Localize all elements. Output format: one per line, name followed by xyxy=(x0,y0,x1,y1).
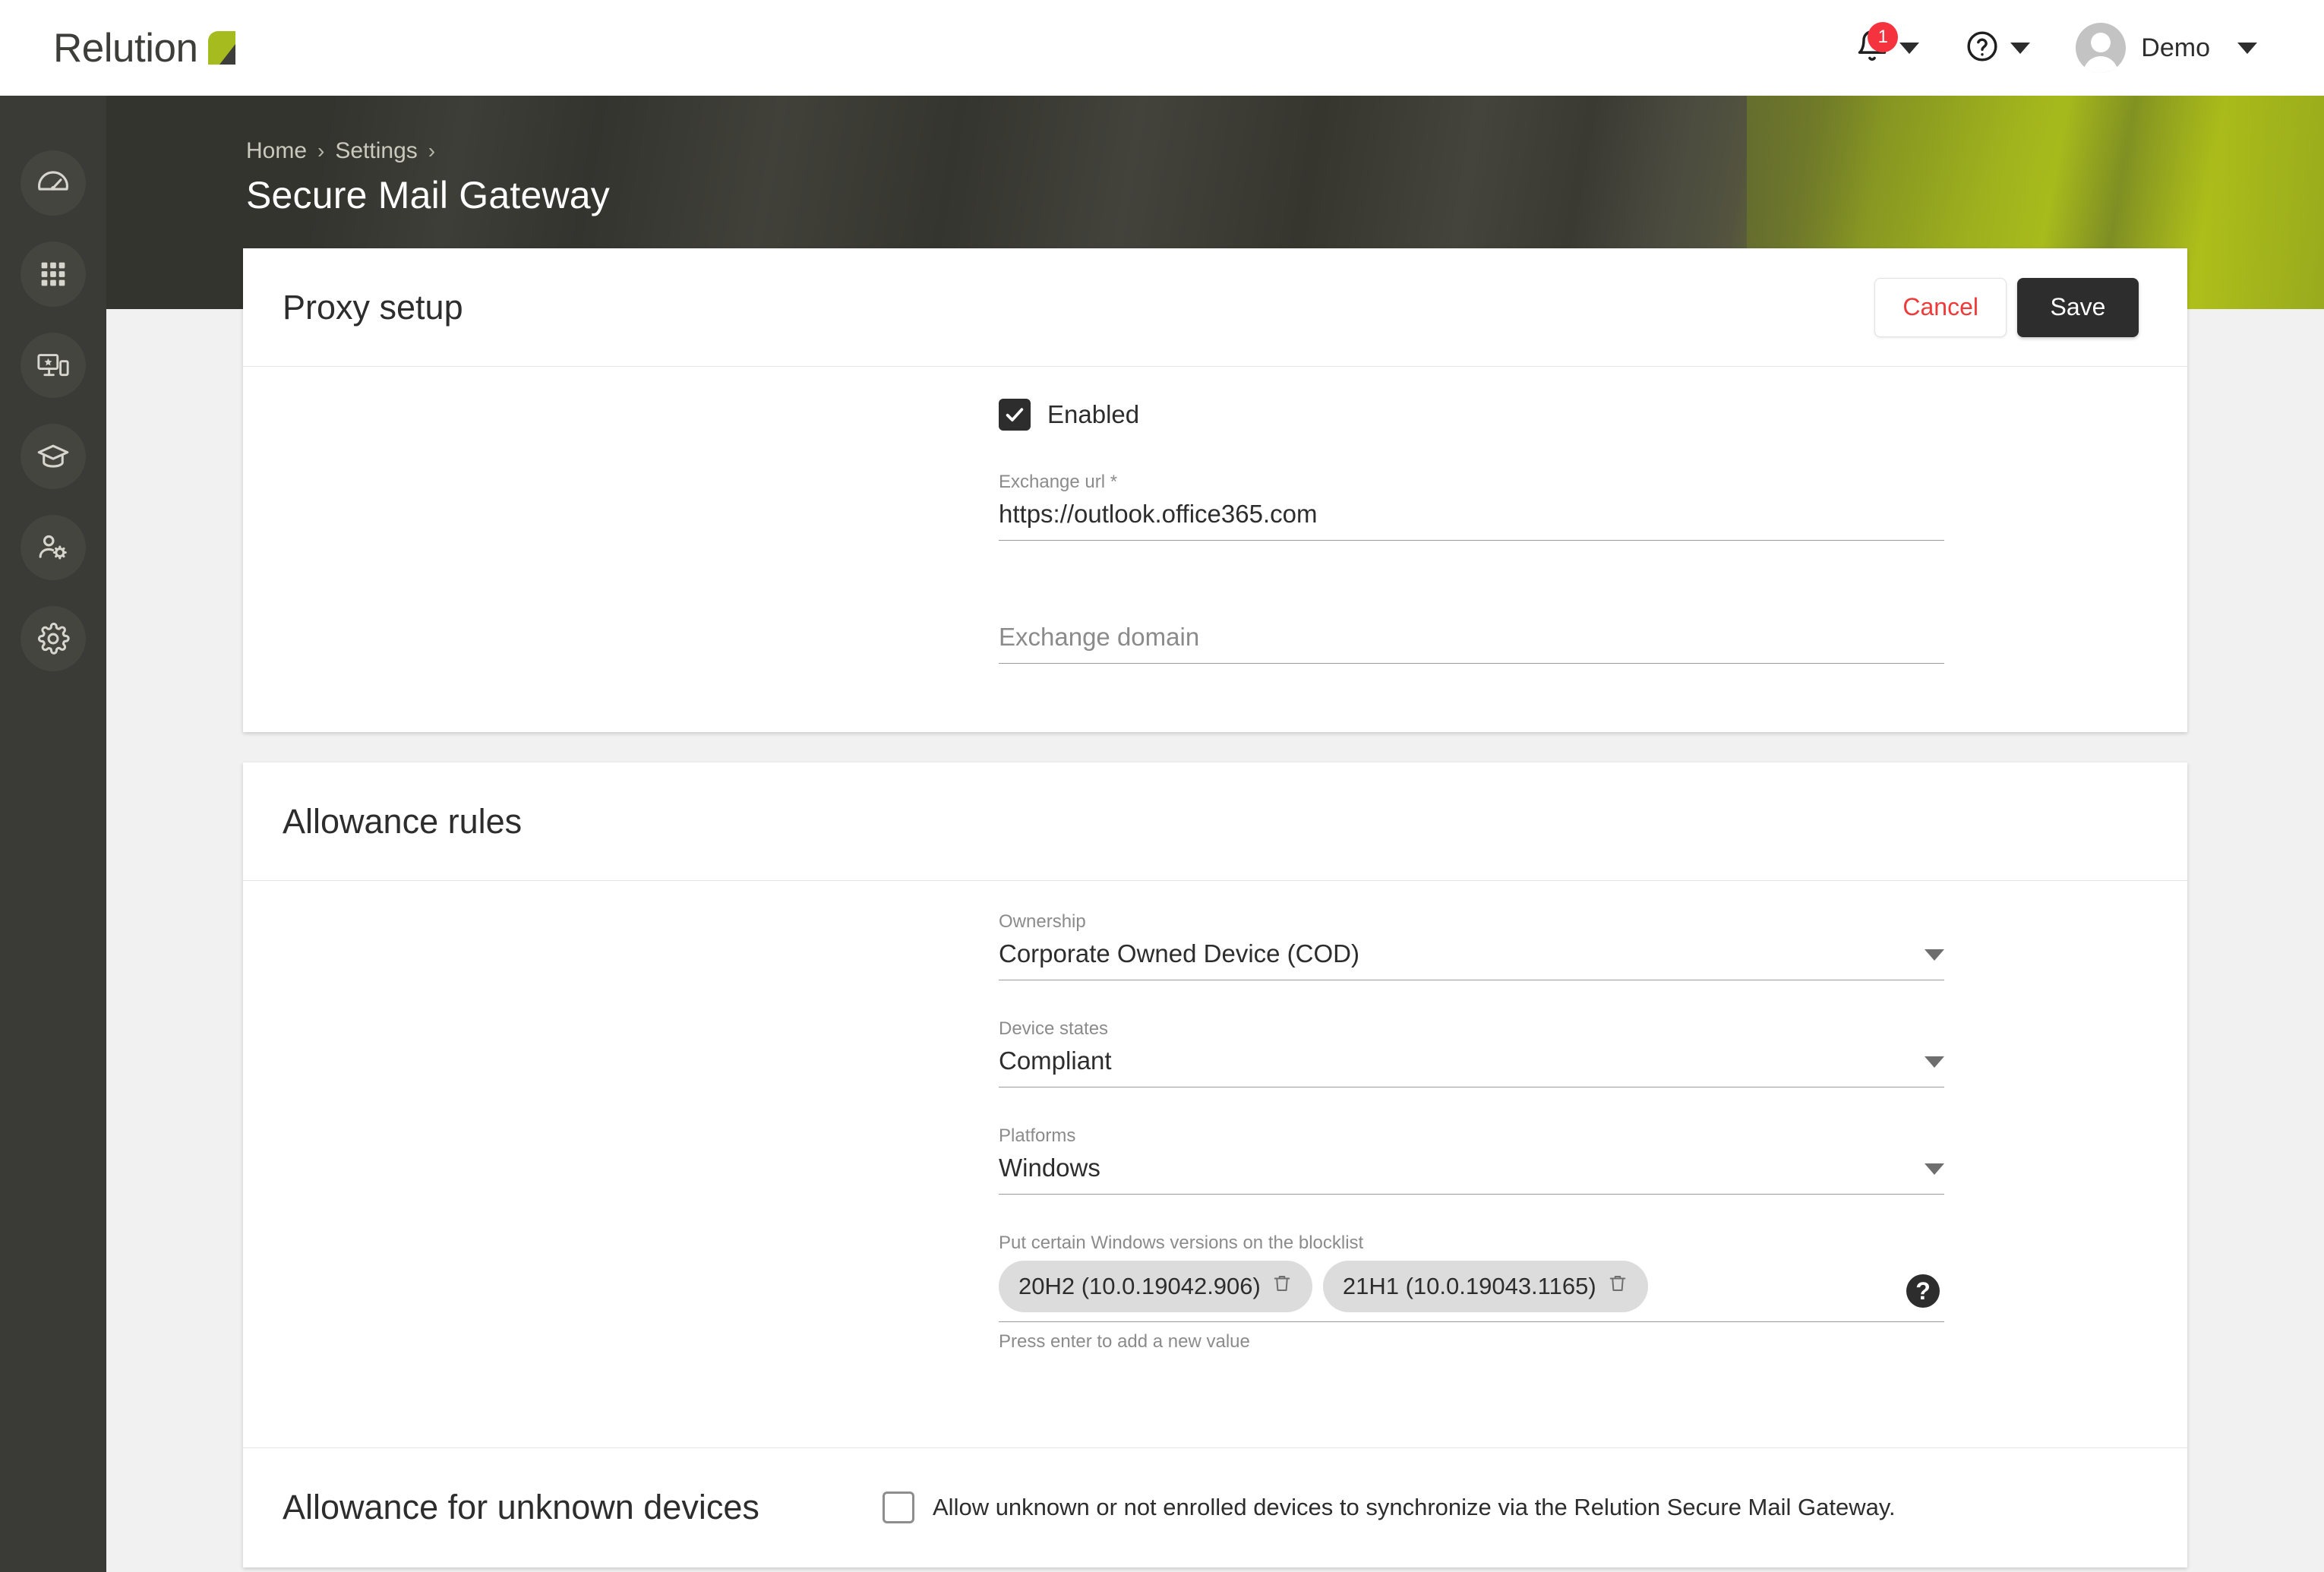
help-circle-icon[interactable] xyxy=(1965,29,2000,68)
allowance-rules-title: Allowance rules xyxy=(283,801,523,841)
platforms-label: Platforms xyxy=(999,1125,1076,1146)
exchange-domain-input[interactable]: Exchange domain xyxy=(999,623,1944,664)
chevron-down-icon[interactable] xyxy=(2010,42,2031,54)
ownership-value: Corporate Owned Device (COD) xyxy=(999,939,1359,968)
allowance-rules-header: Allowance rules xyxy=(243,762,2187,880)
avatar xyxy=(2076,23,2127,73)
help-filled-icon[interactable]: ? xyxy=(1906,1274,1940,1308)
ownership-field[interactable]: Ownership Corporate Owned Device (COD) xyxy=(999,911,1944,980)
trash-icon[interactable] xyxy=(1607,1273,1628,1300)
exchange-domain-field[interactable]: Exchange domain xyxy=(999,623,1944,664)
cancel-button[interactable]: Cancel xyxy=(1874,277,2007,337)
page-title: Secure Mail Gateway xyxy=(246,174,610,216)
caret-down-icon[interactable] xyxy=(1925,949,1944,961)
chevron-down-icon[interactable] xyxy=(1899,42,1920,54)
caret-down-icon[interactable] xyxy=(1925,1163,1944,1175)
user-name: Demo xyxy=(2141,33,2210,62)
sidebar-item-dashboard[interactable] xyxy=(21,150,86,216)
caret-down-icon[interactable] xyxy=(1925,1056,1944,1068)
allowance-unknown-row: Allowance for unknown devices Allow unkn… xyxy=(243,1448,2187,1567)
notification-badge: 1 xyxy=(1868,22,1899,52)
proxy-setup-body: Enabled Exchange url * https://outlook.o… xyxy=(243,367,2187,732)
sidebar-item-devices[interactable] xyxy=(21,333,86,398)
platforms-field[interactable]: Platforms Windows xyxy=(999,1125,1944,1195)
breadcrumb-item-home[interactable]: Home xyxy=(246,138,307,164)
blocklist-label: Put certain Windows versions on the bloc… xyxy=(999,1233,1364,1253)
device-states-label: Device states xyxy=(999,1018,1109,1039)
blocklist-chip[interactable]: 20H2 (10.0.19042.906) xyxy=(999,1261,1312,1312)
top-bar-actions: 1 Demo xyxy=(1833,22,2280,73)
help-menu[interactable] xyxy=(1942,29,2053,68)
checkmark-icon xyxy=(1006,408,1024,421)
blocklist-field[interactable]: Put certain Windows versions on the bloc… xyxy=(999,1233,1944,1353)
proxy-setup-form: Enabled Exchange url * https://outlook.o… xyxy=(999,399,1944,664)
exchange-url-label: Exchange url * xyxy=(999,472,1118,492)
top-bar: Relution 1 Demo xyxy=(0,0,2324,96)
sidebar-item-settings[interactable] xyxy=(21,606,86,671)
blocklist-hint: Press enter to add a new value xyxy=(999,1331,1250,1352)
allowance-rules-card: Allowance rules Ownership Corporate Owne… xyxy=(243,762,2187,1567)
banner-text: Home › Settings › Secure Mail Gateway xyxy=(106,96,2324,217)
platforms-select[interactable]: Windows xyxy=(999,1154,1944,1195)
sidebar-item-apps[interactable] xyxy=(21,241,86,307)
brand-name: Relution xyxy=(53,25,198,71)
grid-apps-icon xyxy=(36,257,71,292)
device-states-field[interactable]: Device states Compliant xyxy=(999,1018,1944,1087)
speedometer-icon xyxy=(36,166,71,200)
relution-logo-mark-icon xyxy=(208,31,236,65)
blocklist-chip-label: 21H1 (10.0.19043.1165) xyxy=(1342,1273,1596,1299)
enabled-label: Enabled xyxy=(1047,400,1140,428)
exchange-url-input[interactable]: https://outlook.office365.com xyxy=(999,500,1944,541)
main-content: Proxy setup Cancel Save Enabled Exchange… xyxy=(106,248,2324,1572)
sidebar xyxy=(0,96,106,1572)
breadcrumb-separator-icon: › xyxy=(428,139,436,163)
device-states-select[interactable]: Compliant xyxy=(999,1046,1944,1087)
breadcrumb-separator-icon: › xyxy=(317,139,325,163)
save-button[interactable]: Save xyxy=(2017,277,2139,337)
allowance-unknown-title: Allowance for unknown devices xyxy=(283,1488,759,1526)
gear-icon xyxy=(36,621,71,656)
breadcrumb-item-settings[interactable]: Settings xyxy=(335,138,417,164)
allow-unknown-devices-label: Allow unknown or not enrolled devices to… xyxy=(933,1494,1896,1520)
graduation-cap-icon xyxy=(36,439,71,474)
platforms-value: Windows xyxy=(999,1154,1100,1182)
brand-logo[interactable]: Relution xyxy=(53,25,236,71)
blocklist-chip[interactable]: 21H1 (10.0.19043.1165) xyxy=(1322,1261,1648,1312)
sidebar-item-education[interactable] xyxy=(21,424,86,489)
enabled-checkbox[interactable] xyxy=(999,399,1031,431)
proxy-setup-card: Proxy setup Cancel Save Enabled Exchange… xyxy=(243,248,2187,732)
ownership-select[interactable]: Corporate Owned Device (COD) xyxy=(999,939,1944,980)
blocklist-chip-label: 20H2 (10.0.19042.906) xyxy=(1018,1273,1261,1299)
device-states-value: Compliant xyxy=(999,1046,1112,1075)
proxy-setup-header: Proxy setup Cancel Save xyxy=(243,248,2187,366)
proxy-setup-actions: Cancel Save xyxy=(1874,277,2139,337)
user-menu[interactable]: Demo xyxy=(2053,23,2280,73)
notifications-menu[interactable]: 1 xyxy=(1833,22,1942,68)
allowance-rules-body: Ownership Corporate Owned Device (COD) D… xyxy=(243,881,2187,1447)
allowance-unknown-checkbox-row[interactable]: Allow unknown or not enrolled devices to… xyxy=(883,1492,1896,1523)
bell-icon[interactable]: 1 xyxy=(1855,22,1899,68)
allow-unknown-devices-checkbox[interactable] xyxy=(883,1492,914,1523)
proxy-setup-title: Proxy setup xyxy=(283,287,463,327)
sidebar-item-users[interactable] xyxy=(21,515,86,580)
user-settings-icon xyxy=(36,530,71,565)
blocklist-chips[interactable]: 20H2 (10.0.19042.906) 21H1 (10.0.19043.1… xyxy=(999,1261,1944,1322)
breadcrumb: Home › Settings › xyxy=(246,138,2324,164)
allowance-rules-form: Ownership Corporate Owned Device (COD) D… xyxy=(999,911,1944,1353)
trash-icon[interactable] xyxy=(1271,1273,1293,1300)
chevron-down-icon[interactable] xyxy=(2237,42,2257,54)
device-star-icon xyxy=(36,348,71,383)
exchange-url-field[interactable]: Exchange url * https://outlook.office365… xyxy=(999,472,1944,541)
enabled-checkbox-row[interactable]: Enabled xyxy=(999,399,1944,431)
ownership-label: Ownership xyxy=(999,911,1086,932)
